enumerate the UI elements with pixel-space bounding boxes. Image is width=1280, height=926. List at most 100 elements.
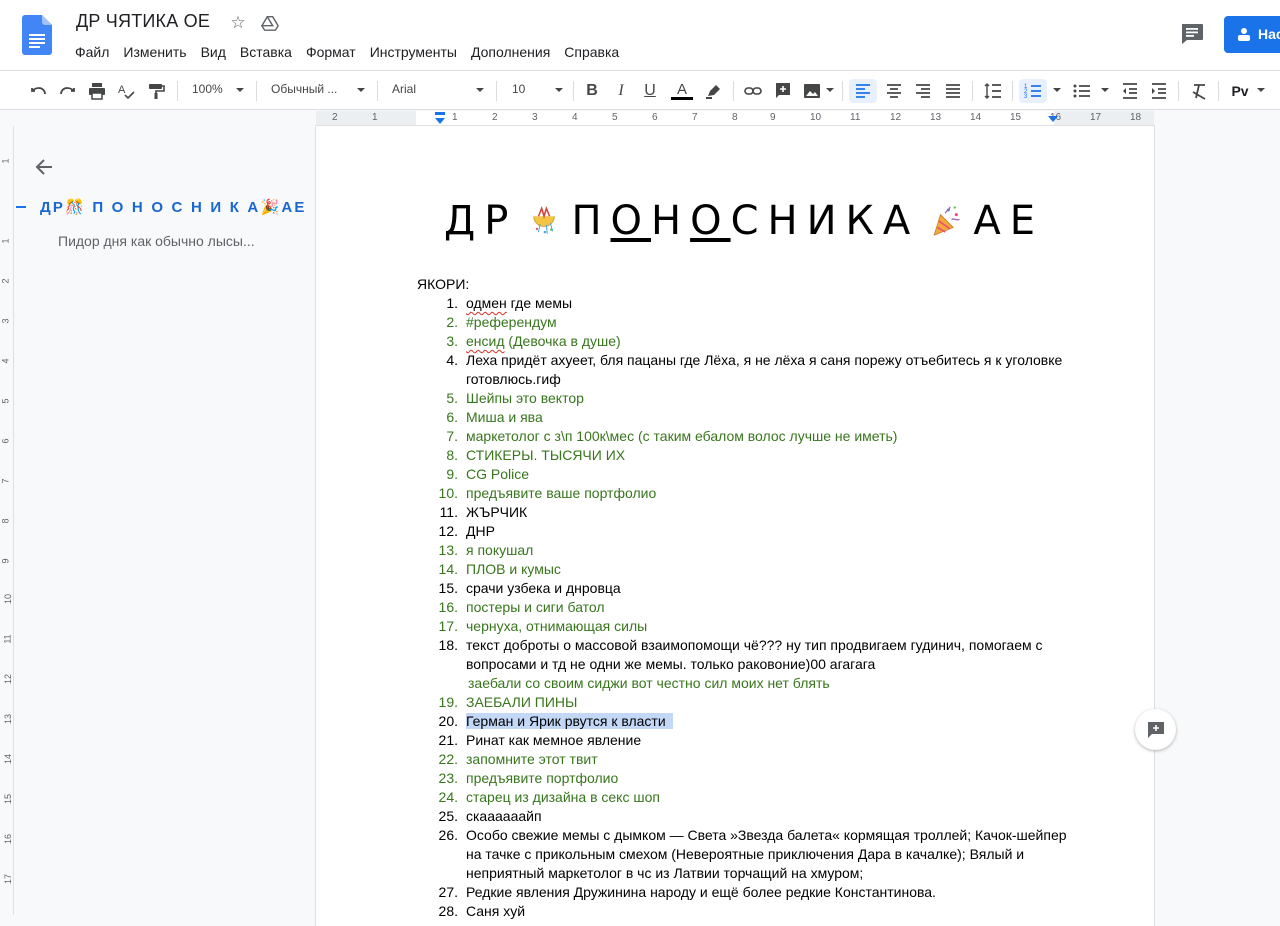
align-justify-icon[interactable]: [943, 79, 963, 103]
heading-text: Н: [767, 198, 807, 244]
list-item-number: 24.: [438, 789, 458, 805]
font-select[interactable]: Arial: [392, 82, 416, 96]
list-item-text: #референдум: [466, 314, 557, 330]
spellcheck-icon[interactable]: A: [116, 79, 136, 103]
outline-heading-item[interactable]: ДР🎊 П О Н О С Н И К А🎉АЕ: [40, 198, 307, 216]
list-item-number: 1.: [446, 295, 458, 311]
horizontal-ruler[interactable]: 2 1 1 2 3 4 5 6 7 8 9 10 11 12 13 14 15 …: [316, 111, 1154, 126]
redo-icon[interactable]: [58, 79, 78, 103]
line-spacing-icon[interactable]: [983, 79, 1003, 103]
list-item: 24. старец из дизайна в секс шоп: [416, 788, 1076, 807]
text-color-icon[interactable]: A: [670, 79, 694, 103]
list-item: 8. СТИКЕРЫ. ТЫСЯЧИ ИХ: [416, 446, 1076, 465]
add-comment-icon[interactable]: [773, 79, 793, 103]
menu-format[interactable]: Формат: [299, 42, 363, 62]
increase-indent-icon[interactable]: [1149, 79, 1169, 103]
outline-subheading-item[interactable]: Пидор дня как обычно лысы...: [58, 233, 255, 249]
document-title[interactable]: ДР ЧЯТИКА ОЕ: [76, 11, 210, 32]
highlight-color-icon[interactable]: [704, 79, 724, 103]
paint-format-icon[interactable]: [146, 79, 166, 103]
font-size-select[interactable]: 10: [512, 82, 525, 96]
list-item: 11. ЖЪРЧИК: [416, 503, 1076, 522]
list-item-text: постеры и сиги батол: [466, 599, 605, 615]
undo-icon[interactable]: [28, 79, 48, 103]
move-to-drive-icon[interactable]: [260, 13, 280, 33]
anchors-label: ЯКОРИ:: [417, 276, 470, 292]
image-caret-icon[interactable]: [826, 88, 834, 92]
add-comment-icon: [1147, 721, 1164, 738]
list-item: 21. Ринат как мемное явление: [416, 731, 1076, 750]
print-icon[interactable]: [87, 79, 107, 103]
heading-text: Н: [651, 198, 691, 244]
font-caret-icon[interactable]: [476, 88, 484, 92]
vruler-label: 15: [3, 793, 14, 805]
menu-help[interactable]: Справка: [557, 42, 626, 62]
heading-text: К: [845, 198, 883, 244]
vruler-label: 3: [0, 318, 11, 324]
indent-marker-icon[interactable]: [433, 111, 447, 126]
list-item: 10. предъявите ваше портфолио: [416, 484, 1076, 503]
input-tools-caret-icon[interactable]: [1257, 88, 1265, 92]
zoom-select[interactable]: 100%: [192, 82, 223, 96]
heading-text: ДР: [444, 198, 518, 244]
list-item-number: 9.: [446, 466, 458, 482]
menu-view[interactable]: Вид: [194, 42, 233, 62]
italic-icon[interactable]: I: [612, 79, 630, 103]
menu-file[interactable]: Файл: [68, 42, 116, 62]
menu-edit[interactable]: Изменить: [116, 42, 193, 62]
list-item: 2. #референдум: [416, 313, 1076, 332]
list-item-text: енсид (Девочка в душе): [466, 333, 621, 349]
list-item-number: 21.: [438, 732, 458, 748]
bold-icon[interactable]: B: [583, 79, 601, 103]
menu-insert[interactable]: Вставка: [233, 42, 299, 62]
align-right-icon[interactable]: [913, 79, 933, 103]
list-item-number: 6.: [446, 409, 458, 425]
list-item: 22. запомните этот твит: [416, 750, 1076, 769]
style-select[interactable]: Обычный ...: [271, 82, 337, 96]
font-size-caret-icon[interactable]: [555, 88, 563, 92]
numbered-list-icon[interactable]: 123: [1019, 79, 1047, 103]
decrease-indent-icon[interactable]: [1120, 79, 1140, 103]
insert-image-icon[interactable]: [802, 79, 822, 103]
vruler-label: 11: [2, 634, 13, 644]
list-item-text: срачи узбека и днровца: [466, 580, 621, 596]
bulleted-list-caret-icon[interactable]: [1101, 88, 1109, 92]
list-item: 1. одмен где мемы: [416, 294, 1076, 313]
list-item-text: ЗАЕБАЛИ ПИНЫ: [466, 694, 578, 710]
document-page[interactable]: ДР П О Н О С Н И К А АЕ ЯКОРИ: 1. одмен г…: [316, 126, 1154, 926]
comment-history-icon[interactable]: [1180, 23, 1204, 45]
align-left-icon[interactable]: [849, 79, 877, 103]
vruler-label: 12: [3, 673, 14, 685]
document-heading: ДР П О Н О С Н И К А АЕ: [444, 198, 1044, 244]
vertical-ruler[interactable]: 1 1 2 3 4 5 6 7 8 9 10 11 12 13 14 15 16…: [0, 126, 14, 915]
list-item-number: 17.: [438, 618, 458, 634]
style-caret-icon[interactable]: [357, 88, 365, 92]
close-outline-arrow-icon[interactable]: [34, 157, 54, 177]
list-item-number: 28.: [438, 903, 458, 919]
insert-link-icon[interactable]: [743, 79, 763, 103]
docs-logo-icon[interactable]: [22, 15, 52, 55]
right-indent-marker-icon[interactable]: [1046, 111, 1060, 126]
list-item-text: запомните этот твит: [466, 751, 598, 767]
vruler-label: 5: [0, 398, 11, 404]
input-tools-button[interactable]: Pv: [1228, 79, 1252, 103]
share-button[interactable]: Нас: [1224, 16, 1280, 53]
align-center-icon[interactable]: [884, 79, 904, 103]
list-item-text: маркетолог с з\п 100к\мес (с таким ебало…: [466, 428, 898, 444]
ruler-label: 10: [810, 112, 822, 123]
list-item-text: Редкие явления Дружинина народу и ещё бо…: [466, 884, 936, 900]
underline-icon[interactable]: U: [641, 79, 659, 103]
star-icon[interactable]: ☆: [228, 13, 248, 33]
add-comment-button[interactable]: [1135, 709, 1176, 750]
vruler-label: 8: [0, 518, 11, 524]
ruler-label: 8: [732, 112, 738, 123]
clear-formatting-icon[interactable]: [1189, 79, 1209, 103]
menu-tools[interactable]: Инструменты: [363, 42, 464, 62]
ruler-label: 1: [372, 112, 378, 123]
numbered-list-caret-icon[interactable]: [1053, 88, 1061, 92]
zoom-caret-icon[interactable]: [236, 88, 244, 92]
bulleted-list-icon[interactable]: [1072, 79, 1092, 103]
menu-addons[interactable]: Дополнения: [464, 42, 557, 62]
list-item: 18. текст доброты о массовой взаимопомощи…: [416, 636, 1076, 674]
list-item-number: 20.: [438, 713, 458, 729]
